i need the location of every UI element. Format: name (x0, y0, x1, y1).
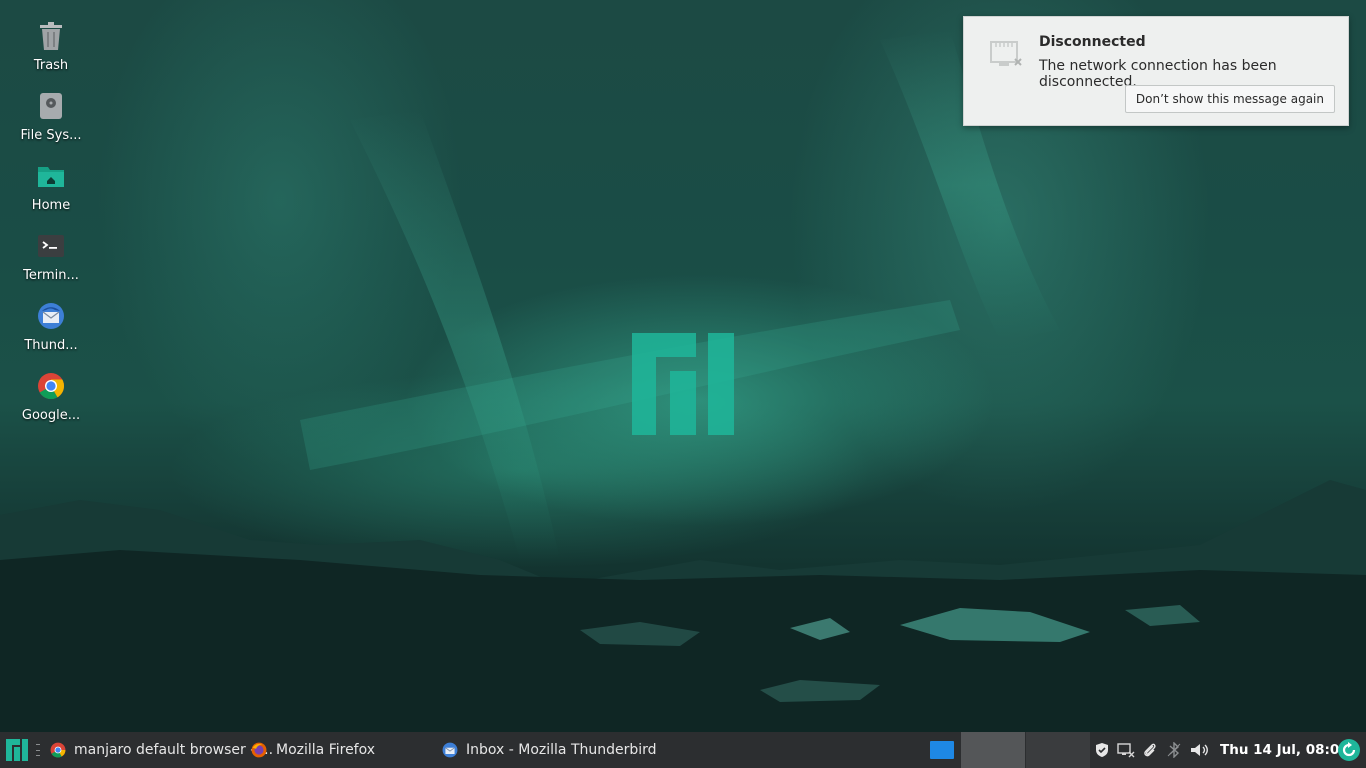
network-disconnected-icon[interactable] (1117, 741, 1135, 759)
workspace-3[interactable] (1026, 732, 1090, 768)
paperclip-icon[interactable] (1141, 741, 1159, 759)
taskbar-item-label: Inbox - Mozilla Thunderbird (466, 742, 657, 758)
trash-icon (35, 20, 67, 52)
panel-separator (36, 744, 42, 756)
workspace-1[interactable] (924, 732, 960, 768)
panel-clock[interactable]: Thu 14 Jul, 08:03 (1220, 732, 1349, 768)
notification-title: Disconnected (1039, 34, 1146, 50)
taskbar: manjaro default browser - ... Mozilla Fi… (0, 732, 1366, 768)
manjaro-menu-icon (6, 739, 28, 761)
taskbar-item-chrome[interactable]: manjaro default browser - ... (44, 732, 273, 768)
desktop-icon-home[interactable]: Home (8, 154, 94, 224)
desktop-icon-label: File Sys... (20, 128, 82, 143)
desktop-icon-label: Thund... (24, 338, 78, 353)
thunderbird-icon (35, 300, 67, 332)
desktop-icon-terminal[interactable]: Termin... (8, 224, 94, 294)
whisker-menu-button[interactable] (0, 732, 34, 768)
taskbar-item-label: Mozilla Firefox (276, 742, 376, 758)
chrome-icon (50, 741, 66, 759)
workspace-window-thumbnail (930, 741, 954, 759)
update-notifier-icon[interactable] (1337, 738, 1361, 762)
desktop-icon-label: Trash (33, 58, 69, 73)
home-folder-icon (35, 160, 67, 192)
system-tray (1090, 732, 1214, 768)
bluetooth-icon[interactable] (1165, 741, 1183, 759)
network-disconnected-icon (990, 39, 1024, 69)
chrome-icon (35, 370, 67, 402)
firefox-icon (250, 741, 268, 759)
taskbar-item-firefox[interactable]: Mozilla Firefox (244, 732, 436, 768)
manjaro-logo (632, 333, 734, 435)
desktop-icon-google-chrome[interactable]: Google... (8, 364, 94, 434)
desktop-icon-label: Google... (21, 408, 81, 423)
desktop-icon-label: Termin... (23, 268, 79, 283)
taskbar-item-thunderbird[interactable]: Inbox - Mozilla Thunderbird (436, 732, 657, 768)
network-notification: Disconnected The network connection has … (963, 16, 1349, 126)
desktop-icon-thunderbird[interactable]: Thund... (8, 294, 94, 364)
terminal-icon (35, 230, 67, 262)
dont-show-again-button[interactable]: Don’t show this message again (1124, 85, 1335, 113)
workspace-2[interactable] (961, 732, 1025, 768)
thunderbird-icon (442, 741, 458, 759)
desktop-icon-label: Home (31, 198, 71, 213)
desktop-icon-grid: Trash File Sys... Home Termin... Thund..… (8, 14, 94, 434)
volume-icon[interactable] (1189, 741, 1211, 759)
drive-icon (35, 90, 67, 122)
desktop-icon-file-system[interactable]: File Sys... (8, 84, 94, 154)
shield-icon[interactable] (1093, 741, 1111, 759)
desktop-icon-trash[interactable]: Trash (8, 14, 94, 84)
